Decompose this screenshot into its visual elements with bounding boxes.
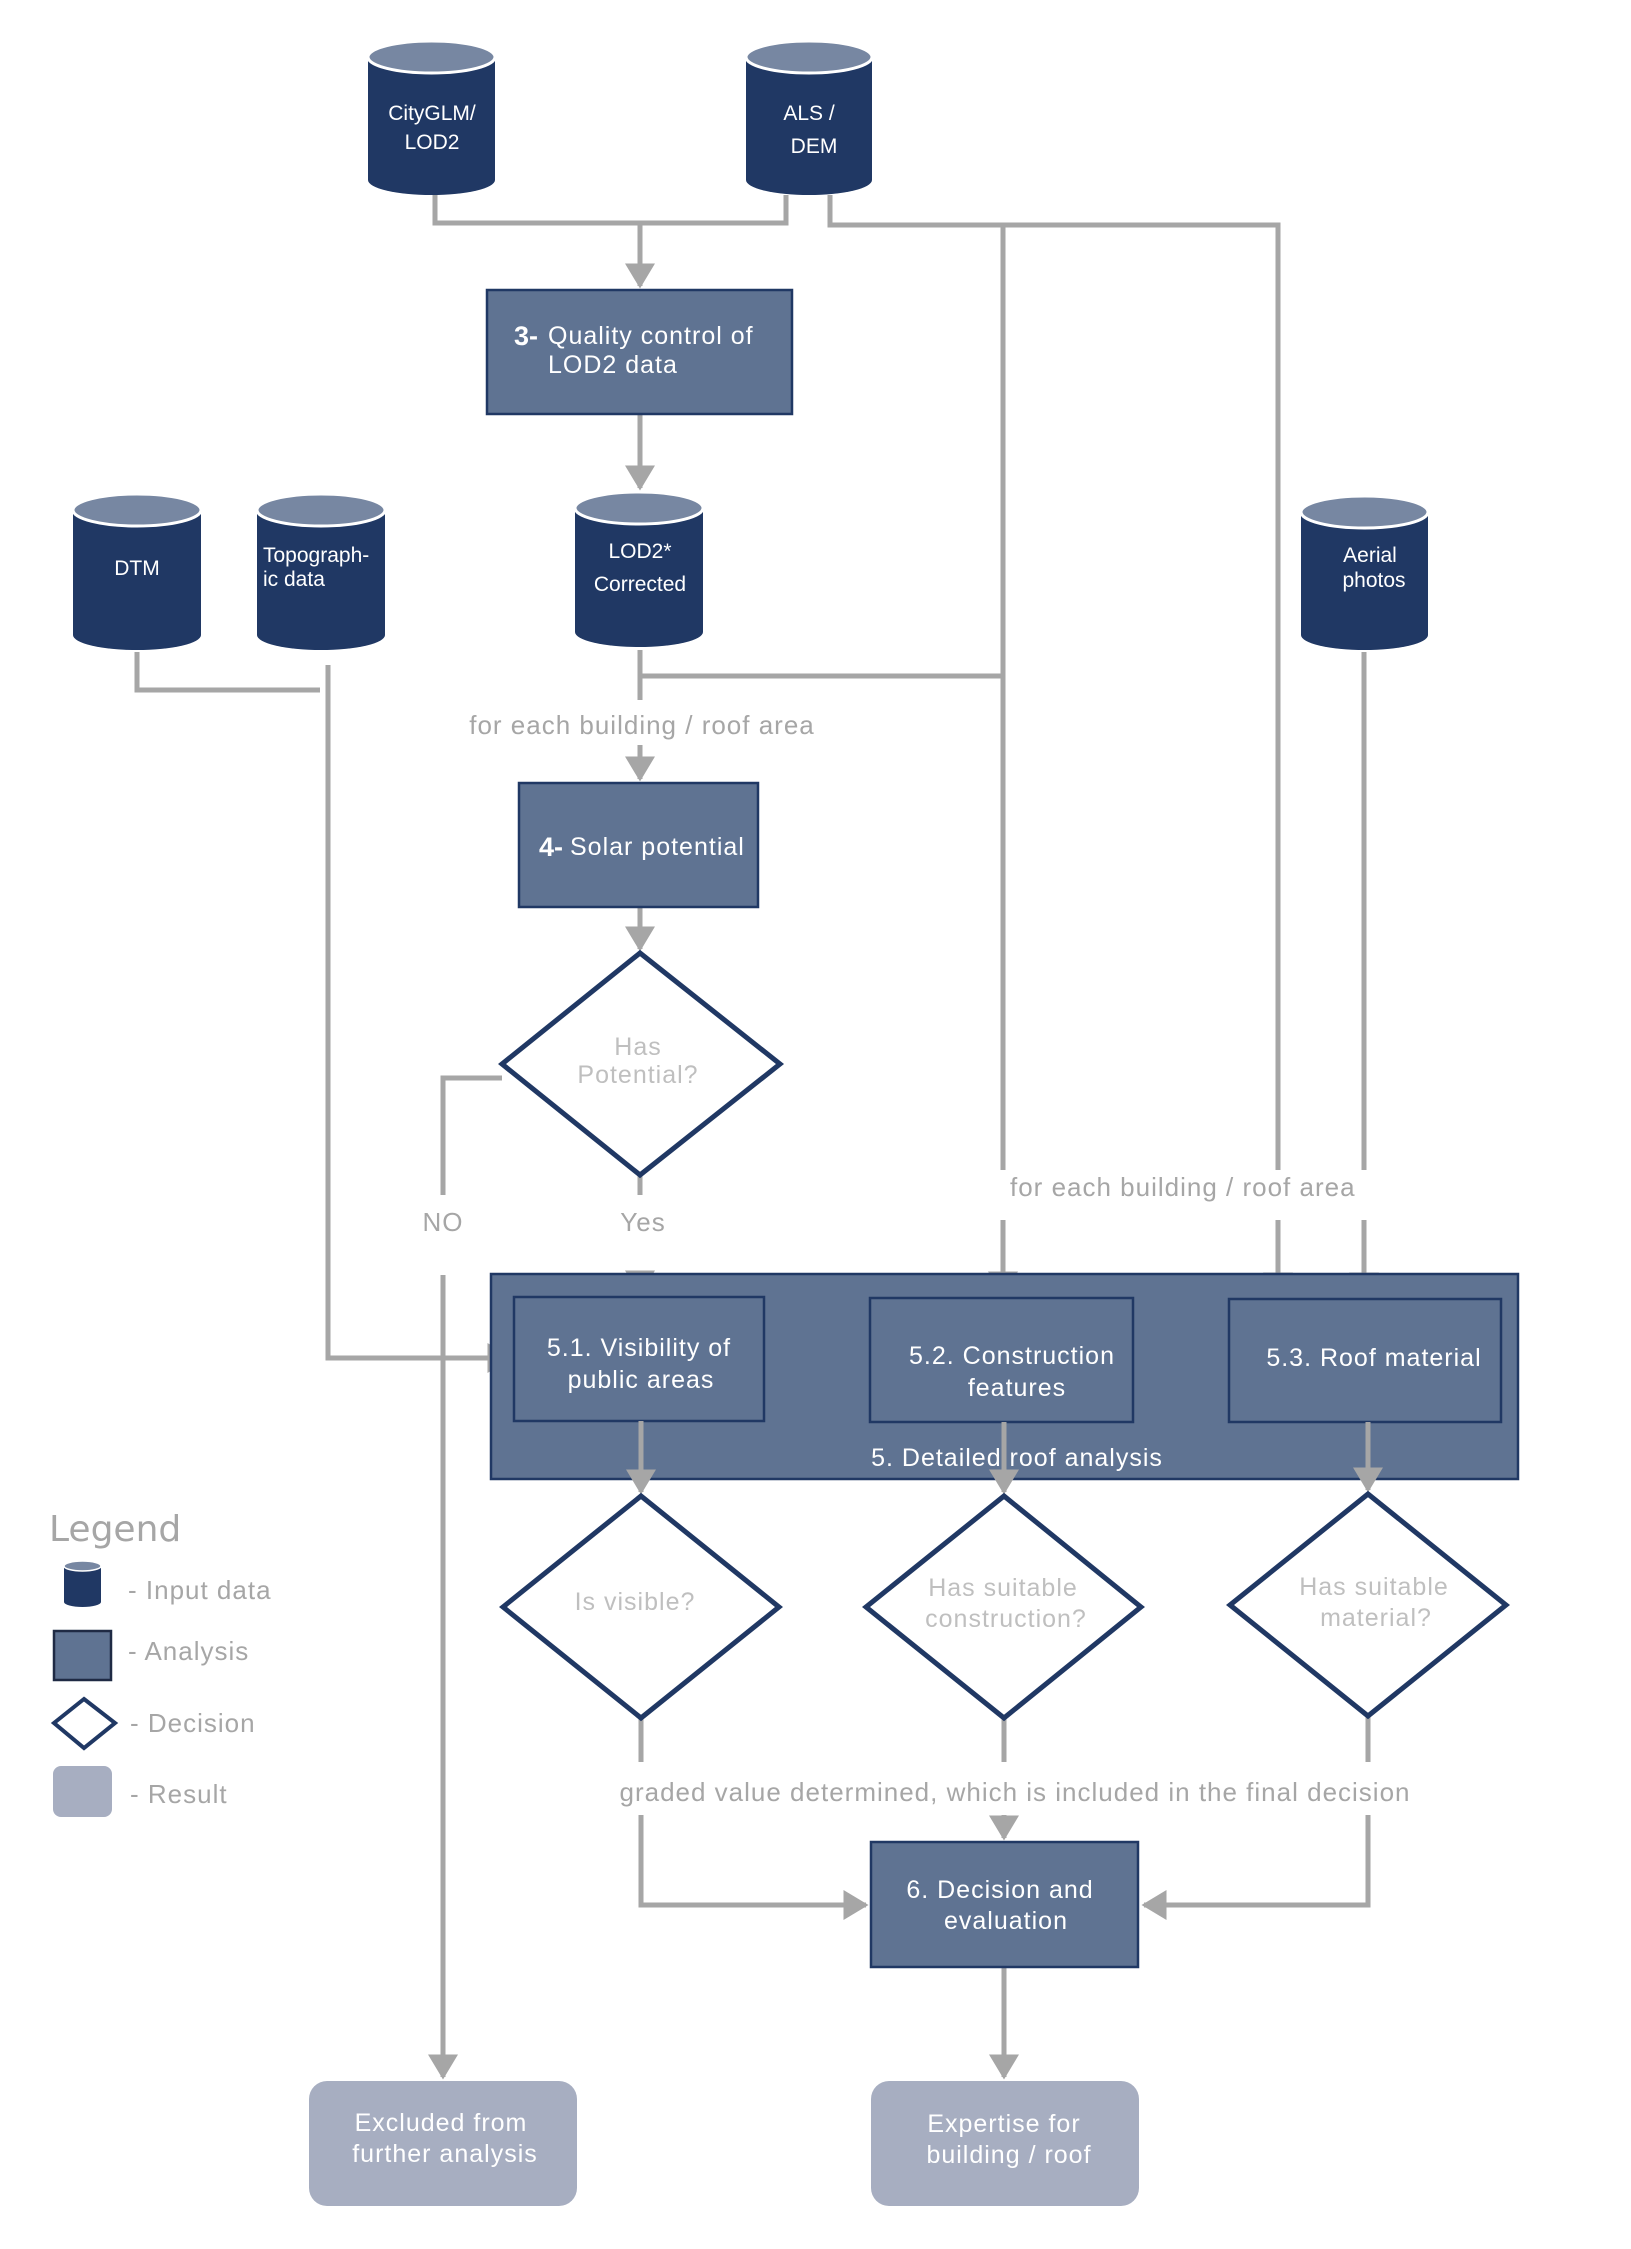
legend-item-result: - Result <box>53 1766 228 1817</box>
solar-label: Solar potential <box>570 833 745 861</box>
lod2-label-2: Corrected <box>594 573 686 596</box>
construction-label: 5.2. Construction <box>909 1342 1115 1370</box>
legend-decision-label: - Decision <box>130 1708 256 1738</box>
excluded-label: Excluded from <box>355 2109 528 2137</box>
dtm-label: DTM <box>114 557 160 580</box>
expertise-label-2: building / roof <box>926 2141 1091 2169</box>
input-aerial: Aerial photos <box>1299 494 1430 651</box>
aerial-label: Aerial <box>1343 544 1397 567</box>
connector-dtm <box>134 652 320 693</box>
decision-evaluation-box: 6. Decision and evaluation <box>869 1840 1140 1969</box>
construction-box: 5.2. Construction features <box>868 1296 1135 1424</box>
expertise-label: Expertise for <box>927 2110 1080 2138</box>
has-potential-label-2: Potential? <box>577 1061 698 1089</box>
visibility-box: 5.1. Visibility of public areas <box>512 1295 766 1423</box>
quality-control-box: 3- Quality control of LOD2 data <box>485 288 794 416</box>
legend-input-label: - Input data <box>128 1575 272 1605</box>
detailed-roof-label: 5. Detailed roof analysis <box>871 1444 1163 1472</box>
citygml-label-2: LOD2 <box>405 131 460 154</box>
solar-potential-box: 4- Solar potential <box>517 781 760 909</box>
result-excluded: Excluded from further analysis <box>309 2081 577 2206</box>
input-citygml: CityGLM/ LOD2 <box>366 39 497 196</box>
qc-number: 3- <box>514 321 538 351</box>
decision-eval-label: 6. Decision and <box>906 1876 1093 1904</box>
connector-topo-visibility <box>325 665 513 1373</box>
rounded-rectangle-icon <box>53 1766 112 1817</box>
suitable-construction-label-2: construction? <box>925 1605 1087 1633</box>
decision-has-potential: Has Potential? <box>498 949 785 1179</box>
decision-suitable-construction: Has suitable construction? <box>862 1492 1145 1722</box>
legend: Legend - Input data - Analysis - Decisio… <box>49 1509 272 1817</box>
legend-result-label: - Result <box>130 1779 228 1809</box>
lod2-label: LOD2* <box>608 540 671 563</box>
legend-item-analysis: - Analysis <box>52 1629 249 1682</box>
connector-citygml-qc <box>432 195 789 226</box>
als-label-2: DEM <box>791 135 838 158</box>
input-als: ALS / DEM <box>744 39 874 195</box>
connector-no-upper <box>440 1075 502 1195</box>
topo-label-2: ic data <box>263 568 325 591</box>
aerial-label-2: photos <box>1342 569 1405 592</box>
yes-label: Yes <box>620 1207 665 1237</box>
solar-number: 4- <box>539 832 563 862</box>
decision-eval-label-2: evaluation <box>944 1907 1068 1935</box>
roof-material-box: 5.3. Roof material <box>1227 1297 1503 1424</box>
legend-title: Legend <box>49 1509 181 1550</box>
rectangle-icon <box>52 1629 113 1682</box>
input-topographic: Topograph- ic data <box>255 492 387 650</box>
flowchart: CityGLM/ LOD2 ALS / DEM DTM Topograph- i… <box>49 39 1520 2206</box>
input-dtm: DTM <box>71 492 203 650</box>
suitable-material-label: Has suitable <box>1299 1573 1449 1601</box>
arrow-material-to-decision <box>1141 1815 1371 1920</box>
topo-label: Topograph- <box>263 544 369 567</box>
roof-material-label: 5.3. Roof material <box>1266 1344 1481 1372</box>
construction-label-2: features <box>968 1374 1066 1402</box>
legend-item-input: - Input data <box>63 1560 272 1607</box>
legend-analysis-label: - Analysis <box>128 1636 249 1666</box>
visibility-label: 5.1. Visibility of <box>547 1334 731 1362</box>
for-each-label-1: for each building / roof area <box>469 710 815 740</box>
decision-suitable-material: Has suitable material? <box>1226 1490 1510 1720</box>
input-lod2-corrected: LOD2* Corrected <box>573 490 705 647</box>
suitable-material-label-2: material? <box>1320 1604 1432 1632</box>
connector-als-branches <box>827 195 1281 1170</box>
suitable-construction-label: Has suitable <box>928 1574 1078 1602</box>
arrow-visible-to-decision <box>638 1815 869 1920</box>
graded-value-label: graded value determined, which is includ… <box>620 1777 1411 1807</box>
excluded-label-2: further analysis <box>352 2140 538 2168</box>
citygml-label: CityGLM/ <box>388 102 476 125</box>
legend-item-decision: - Decision <box>50 1696 256 1751</box>
visibility-label-2: public areas <box>568 1366 715 1394</box>
has-potential-label: Has <box>614 1033 661 1061</box>
is-visible-label: Is visible? <box>575 1588 696 1616</box>
qc-label-2: LOD2 data <box>548 351 678 379</box>
for-each-label-2: for each building / roof area <box>1010 1172 1356 1202</box>
no-label: NO <box>423 1207 464 1237</box>
diamond-icon <box>50 1696 119 1751</box>
als-label: ALS / <box>783 102 835 125</box>
decision-is-visible: Is visible? <box>499 1492 783 1722</box>
result-expertise: Expertise for building / roof <box>871 2081 1139 2206</box>
qc-label: Quality control of <box>548 322 754 350</box>
cylinder-icon <box>64 1566 101 1607</box>
